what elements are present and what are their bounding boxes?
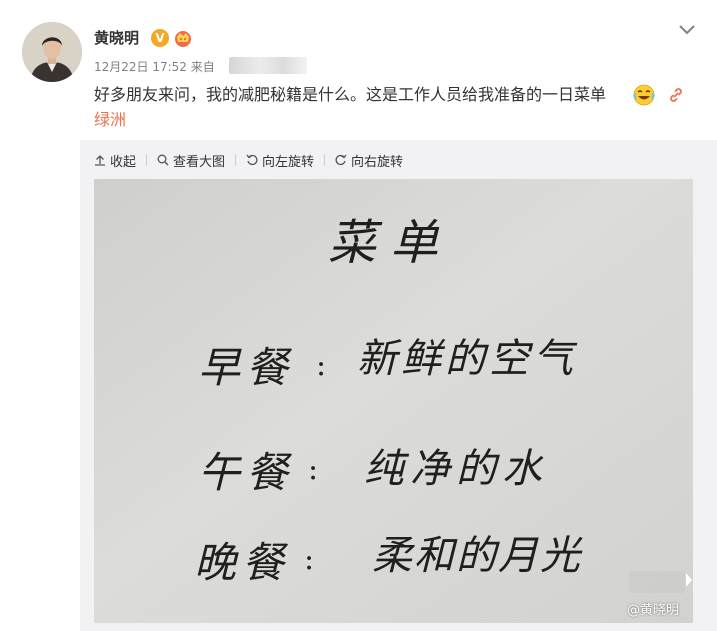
rotate-right-icon: [335, 154, 347, 166]
colon-glyph: :: [308, 452, 318, 487]
post-text: 好多朋友来问，我的减肥秘籍是什么。这是工作人员给我准备的一日菜单: [94, 85, 607, 104]
collapse-button[interactable]: 收起: [94, 151, 136, 170]
laugh-cry-emoji-icon: [633, 84, 655, 106]
magnifier-icon: [157, 154, 169, 166]
photo-watermark: @黄晓明: [627, 603, 680, 618]
person-avatar-icon: [22, 22, 82, 82]
handwritten-lunch-dish: 纯净的水: [364, 446, 548, 492]
colon-glyph: :: [304, 542, 314, 577]
rotate-right-button[interactable]: 向右旋转: [335, 151, 403, 170]
post-meta: 12月22日 17:52 来自: [94, 58, 215, 75]
handwritten-lunch-meal: 午餐: [198, 448, 294, 497]
chevron-down-icon[interactable]: [677, 22, 697, 38]
source-redacted: [229, 57, 307, 74]
oasis-link[interactable]: 绿洲: [94, 108, 126, 132]
colon-glyph: :: [316, 348, 326, 383]
media-toolbar: 收起 查看大图 向左旋转 向右旋转: [94, 150, 403, 170]
view-large-label: 查看大图: [173, 154, 226, 170]
author-name[interactable]: 黄晓明: [94, 27, 139, 48]
collapse-label: 收起: [110, 154, 137, 170]
collapse-icon: [95, 155, 105, 166]
verified-badge: V: [151, 29, 169, 47]
rotate-right-label: 向右旋转: [351, 154, 404, 170]
next-arrow-icon[interactable]: [684, 570, 694, 590]
view-large-button[interactable]: 查看大图: [157, 151, 225, 170]
handwritten-breakfast-meal: 早餐: [198, 343, 294, 392]
handwritten-dinner-meal: 晚餐: [194, 538, 290, 587]
link-icon[interactable]: [667, 86, 685, 104]
rotate-left-icon: [246, 154, 258, 166]
handwritten-title: 菜单: [328, 215, 452, 271]
avatar[interactable]: [22, 22, 82, 82]
handwritten-breakfast-dish: 新鲜的空气: [357, 336, 578, 382]
member-crown-icon: [173, 28, 193, 48]
handwritten-dinner-dish: 柔和的月光: [372, 533, 583, 579]
toolbar-divider: [146, 154, 148, 166]
toolbar-divider: [324, 154, 326, 166]
post-time[interactable]: 12月22日 17:52: [94, 60, 187, 74]
source-prefix: 来自: [190, 60, 215, 74]
menu-photo[interactable]: 菜单 早餐 : 新鲜的空气 午餐 : 纯净的水 晚餐 : 柔和的月光: [94, 179, 693, 623]
rotate-left-button[interactable]: 向左旋转: [246, 151, 314, 170]
watermark-redacted: [629, 571, 685, 593]
toolbar-divider: [235, 154, 237, 166]
rotate-left-label: 向左旋转: [262, 154, 315, 170]
